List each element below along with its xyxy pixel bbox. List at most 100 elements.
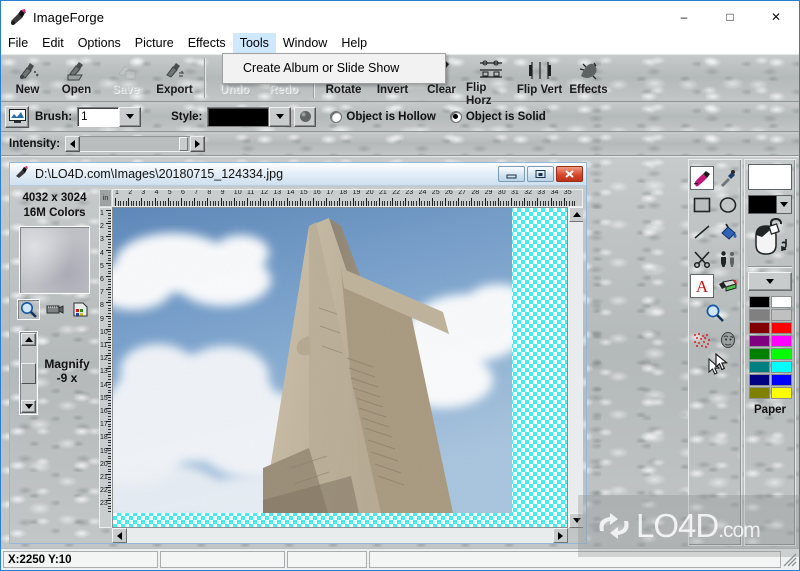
- zoom-tool[interactable]: [703, 301, 727, 325]
- fill-tool[interactable]: [716, 220, 740, 244]
- toolbar-open-button[interactable]: Open: [52, 55, 101, 101]
- toolbar-flip-horz-button[interactable]: Flip Horz: [466, 55, 515, 107]
- palette-swatch[interactable]: [770, 374, 792, 386]
- open-folder-icon: [62, 58, 92, 83]
- vertical-scroll-track[interactable]: [569, 222, 583, 513]
- palette-swatch[interactable]: [770, 335, 792, 347]
- palette-swatch[interactable]: [748, 361, 770, 373]
- palette-swatch[interactable]: [748, 374, 770, 386]
- menu-file[interactable]: File: [1, 33, 35, 54]
- ink-color-combo[interactable]: [748, 195, 792, 214]
- smudge-tool[interactable]: [716, 328, 740, 352]
- magnify-slider[interactable]: [19, 331, 39, 415]
- intensity-thumb[interactable]: [179, 136, 189, 151]
- ellipse-tool[interactable]: [716, 193, 740, 217]
- toolbar-export-button[interactable]: Export: [150, 55, 199, 101]
- document-maximize-button[interactable]: [527, 166, 554, 182]
- text-tool[interactable]: A: [690, 273, 714, 298]
- foreground-color-swatch[interactable]: [748, 164, 792, 190]
- scroll-right-button[interactable]: [553, 528, 568, 543]
- menu-options[interactable]: Options: [71, 33, 128, 54]
- paintbrush-tool[interactable]: [690, 165, 714, 190]
- image-canvas[interactable]: [112, 207, 568, 528]
- scroll-up-button[interactable]: [569, 207, 583, 222]
- palette-swatch[interactable]: [748, 348, 770, 360]
- clone-stamp-tool[interactable]: [716, 247, 740, 271]
- menu-help[interactable]: Help: [334, 33, 374, 54]
- chevron-right-icon: [558, 531, 563, 540]
- filmstrip-icon[interactable]: [43, 299, 66, 320]
- monitor-icon[interactable]: [5, 105, 29, 128]
- ink-color-swatch[interactable]: [749, 196, 776, 213]
- scroll-down-button[interactable]: [569, 513, 583, 528]
- horizontal-ruler[interactable]: 1 2 3 4 5 6 7 8 9 10 11 12 13 14 15 16 17 18 19 20 21 22 23 24 2…: [112, 189, 583, 207]
- intensity-track[interactable]: [80, 135, 191, 152]
- palette-swatch[interactable]: [748, 322, 770, 334]
- style-color-combo[interactable]: [207, 106, 292, 127]
- mouse-swap-icon[interactable]: [748, 217, 793, 261]
- palette-swatch[interactable]: [770, 309, 792, 321]
- pointer-tool[interactable]: [703, 355, 727, 379]
- vertical-ruler[interactable]: 1 2 3 4 5 6 7 8 9 10 11 12 13 14 15 16 17 18 19 20 21 22 23: [99, 207, 112, 528]
- canvas-horizontal-scrollbar[interactable]: [112, 528, 568, 543]
- intensity-decrease-button[interactable]: [65, 135, 81, 152]
- palette-dropdown[interactable]: [748, 272, 792, 291]
- style-dropdown-button[interactable]: [269, 106, 292, 127]
- minimize-button[interactable]: –: [661, 1, 707, 33]
- toolbar-flip-vert-button[interactable]: Flip Vert: [515, 55, 564, 101]
- palette-swatch[interactable]: [770, 296, 792, 308]
- canvas-vertical-scrollbar[interactable]: [568, 207, 583, 528]
- brush-size-combo[interactable]: 1: [77, 106, 142, 127]
- palette-swatch[interactable]: [748, 309, 770, 321]
- magnify-track[interactable]: [21, 347, 37, 399]
- document-title-bar[interactable]: D:\LO4D.com\Images\20180715_124334.jpg: [10, 163, 586, 186]
- menu-window[interactable]: Window: [276, 33, 334, 54]
- effects-icon: [574, 58, 604, 83]
- palette-swatch[interactable]: [770, 322, 792, 334]
- toolbar-new-button[interactable]: New: [3, 55, 52, 101]
- brush-size-value[interactable]: 1: [77, 106, 120, 127]
- spray-tool[interactable]: [690, 328, 714, 352]
- resize-grip[interactable]: [783, 553, 797, 567]
- texture-ball-icon[interactable]: [294, 106, 317, 127]
- menu-tools[interactable]: Tools: [232, 33, 276, 54]
- palette-swatch[interactable]: [770, 387, 792, 399]
- eraser-tool[interactable]: [716, 274, 740, 298]
- magnifier-icon[interactable]: [17, 299, 40, 320]
- flip-vert-icon: [525, 58, 555, 83]
- maximize-button[interactable]: □: [707, 1, 753, 33]
- palette-swatch[interactable]: [770, 348, 792, 360]
- palette-swatch[interactable]: [770, 361, 792, 373]
- image-thumbnail[interactable]: [19, 226, 90, 294]
- magnify-thumb[interactable]: [21, 363, 37, 384]
- magnify-up-button[interactable]: [21, 333, 37, 346]
- menu-effects[interactable]: Effects: [181, 33, 233, 54]
- scroll-left-button[interactable]: [112, 528, 127, 543]
- intensity-slider[interactable]: [65, 135, 206, 152]
- palette-swatch[interactable]: [748, 335, 770, 347]
- scissors-tool[interactable]: [690, 247, 714, 271]
- document-close-button[interactable]: [556, 166, 583, 182]
- menu-item-create-album[interactable]: Create Album or Slide Show: [223, 57, 445, 80]
- intensity-increase-button[interactable]: [190, 135, 206, 152]
- rectangle-tool[interactable]: [690, 193, 714, 217]
- menu-edit[interactable]: Edit: [35, 33, 71, 54]
- document-minimize-button[interactable]: [498, 166, 525, 182]
- object-solid-radio[interactable]: Object is Solid: [449, 110, 546, 123]
- photo-obelisk-monument[interactable]: [113, 208, 512, 513]
- eyedropper-tool[interactable]: [716, 166, 740, 190]
- close-button[interactable]: ✕: [753, 1, 799, 33]
- menu-picture[interactable]: Picture: [128, 33, 181, 54]
- palette-swatch[interactable]: [748, 387, 770, 399]
- toolbar-rotate-label: Rotate: [325, 84, 362, 96]
- magnify-down-button[interactable]: [21, 400, 37, 413]
- palette-page-icon[interactable]: [69, 299, 92, 320]
- brush-size-dropdown-button[interactable]: [119, 106, 142, 127]
- style-color-swatch[interactable]: [207, 106, 270, 127]
- object-hollow-radio[interactable]: Object is Hollow: [330, 110, 436, 123]
- line-tool[interactable]: [690, 220, 714, 244]
- palette-swatch[interactable]: [748, 296, 770, 308]
- ink-dropdown-button[interactable]: [776, 196, 791, 213]
- horizontal-scroll-track[interactable]: [127, 528, 553, 543]
- toolbar-effects-button[interactable]: Effects: [564, 55, 613, 101]
